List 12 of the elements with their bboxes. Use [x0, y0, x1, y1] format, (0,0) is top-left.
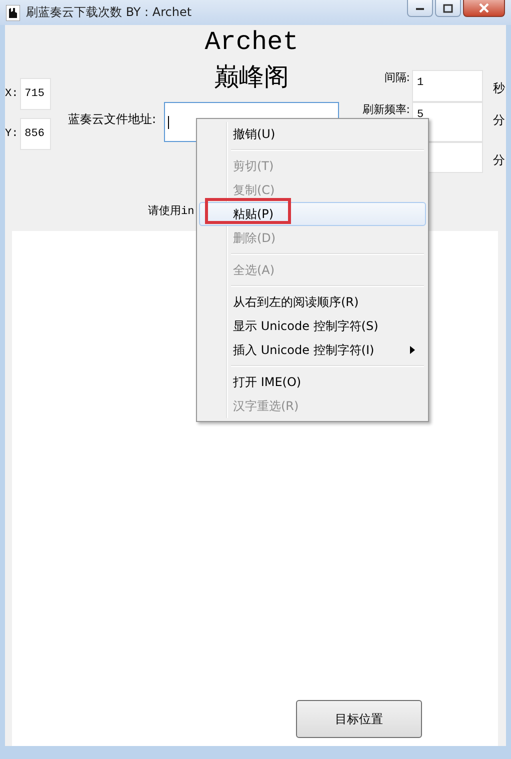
- coord-label: X:: [5, 88, 19, 100]
- unit-label: 秒: [492, 80, 506, 97]
- title-text: Archet: [204, 26, 298, 59]
- address-label: 蓝奏云文件地址:: [67, 111, 158, 128]
- coord-label: Y:: [5, 128, 19, 140]
- window-title: 刷蓝奏云下载次数 BY : Archet: [26, 4, 193, 21]
- setting-label: 刷新频率:: [362, 103, 411, 116]
- hint-text: 请使用in: [148, 204, 194, 220]
- setting-label: 间隔:: [384, 71, 411, 84]
- unit-label: 分: [492, 152, 506, 169]
- subtitle-text: 巅峰阁: [213, 61, 289, 93]
- unit-label: 分: [492, 112, 506, 129]
